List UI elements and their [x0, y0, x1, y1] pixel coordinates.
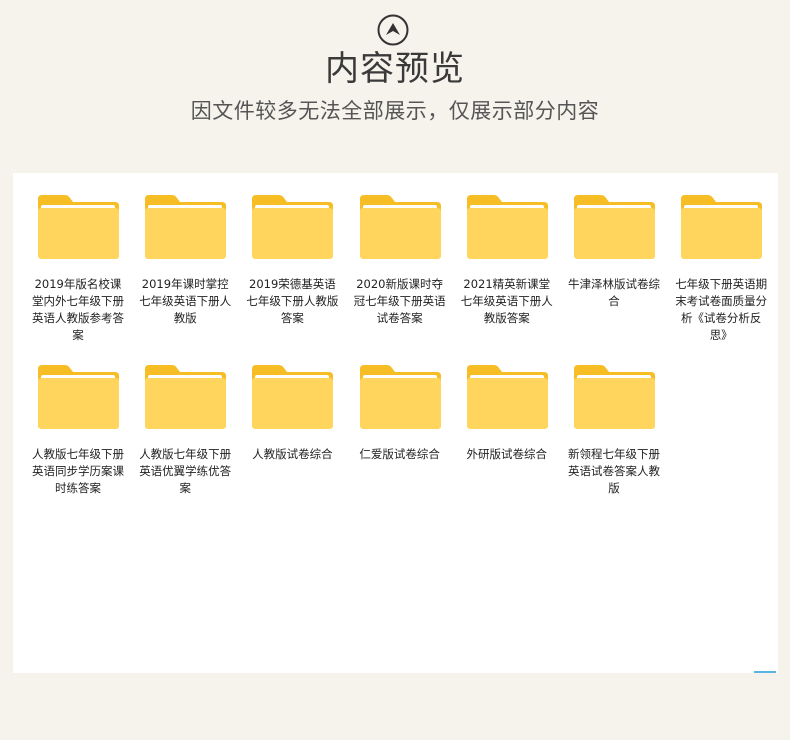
folder-icon: [38, 195, 119, 259]
folder-item[interactable]: 外研版试卷综合: [457, 363, 557, 463]
folder-item[interactable]: 人教版七年级下册英语优翼学练优答案: [135, 363, 235, 497]
folder-icon: [252, 195, 334, 259]
folder-label: 人教版试卷综合: [252, 447, 333, 461]
folder-icon: [359, 365, 441, 429]
corner-divider: [754, 671, 776, 673]
folder-label: 仁爱版试卷综合: [359, 447, 440, 461]
folder-icon: [466, 365, 548, 429]
folder-icon: [681, 195, 763, 259]
chevron-up-circle-icon[interactable]: [377, 14, 409, 46]
folder-label: 人教版七年级下册英语优翼学练优答案: [139, 447, 232, 495]
page-subtitle: 因文件较多无法全部展示，仅展示部分内容: [190, 99, 600, 123]
folder-item[interactable]: 人教版七年级下册英语同步学历案课时练答案: [28, 363, 128, 497]
folder-label: 七年级下册英语期末考试卷面质量分析《试卷分析反思》: [675, 277, 768, 342]
page-title: 内容预览: [325, 49, 465, 89]
folder-label: 2019年课时掌控七年级英语下册人教版: [139, 277, 232, 325]
folder-label: 2019年版名校课堂内外七年级下册英语人教版参考答案: [32, 277, 124, 342]
preview-header: 内容预览 因文件较多无法全部展示，仅展示部分内容: [0, 0, 790, 172]
folder-item[interactable]: 仁爱版试卷综合: [350, 363, 450, 463]
folder-label: 外研版试卷综合: [466, 447, 548, 461]
folder-label: 牛津泽林版试卷综合: [568, 277, 660, 308]
folder-icon: [145, 365, 227, 429]
folder-item[interactable]: 新领程七年级下册英语试卷答案人教版: [564, 363, 664, 497]
folder-item[interactable]: 牛津泽林版试卷综合: [564, 193, 664, 310]
folder-icon: [466, 195, 548, 259]
folder-label: 2021精英新课堂七年级英语下册人教版答案: [460, 277, 553, 325]
folder-item[interactable]: 七年级下册英语期末考试卷面质量分析《试卷分析反思》: [671, 193, 771, 344]
folder-item[interactable]: 人教版试卷综合: [242, 363, 342, 463]
folder-label: 2019荣德基英语七年级下册人教版答案: [246, 277, 339, 325]
folder-item[interactable]: 2020新版课时夺冠七年级下册英语试卷答案: [350, 193, 450, 327]
folder-icon: [574, 365, 655, 429]
folder-label: 新领程七年级下册英语试卷答案人教版: [568, 447, 660, 495]
folder-icon: [574, 195, 655, 259]
folder-item[interactable]: 2019荣德基英语七年级下册人教版答案: [242, 193, 342, 327]
folder-icon: [359, 195, 441, 259]
folder-label: 人教版七年级下册英语同步学历案课时练答案: [32, 447, 124, 495]
folder-label: 2020新版课时夺冠七年级下册英语试卷答案: [353, 277, 446, 325]
folder-icon: [252, 365, 334, 429]
folder-icon: [145, 195, 227, 259]
folder-item[interactable]: 2021精英新课堂七年级英语下册人教版答案: [457, 193, 557, 327]
folder-grid: 2019年版名校课堂内外七年级下册英语人教版参考答案 2019年课时掌控七年级英语…: [13, 173, 778, 673]
folder-icon: [38, 365, 119, 429]
folder-item[interactable]: 2019年课时掌控七年级英语下册人教版: [135, 193, 235, 327]
folder-item[interactable]: 2019年版名校课堂内外七年级下册英语人教版参考答案: [28, 193, 128, 344]
